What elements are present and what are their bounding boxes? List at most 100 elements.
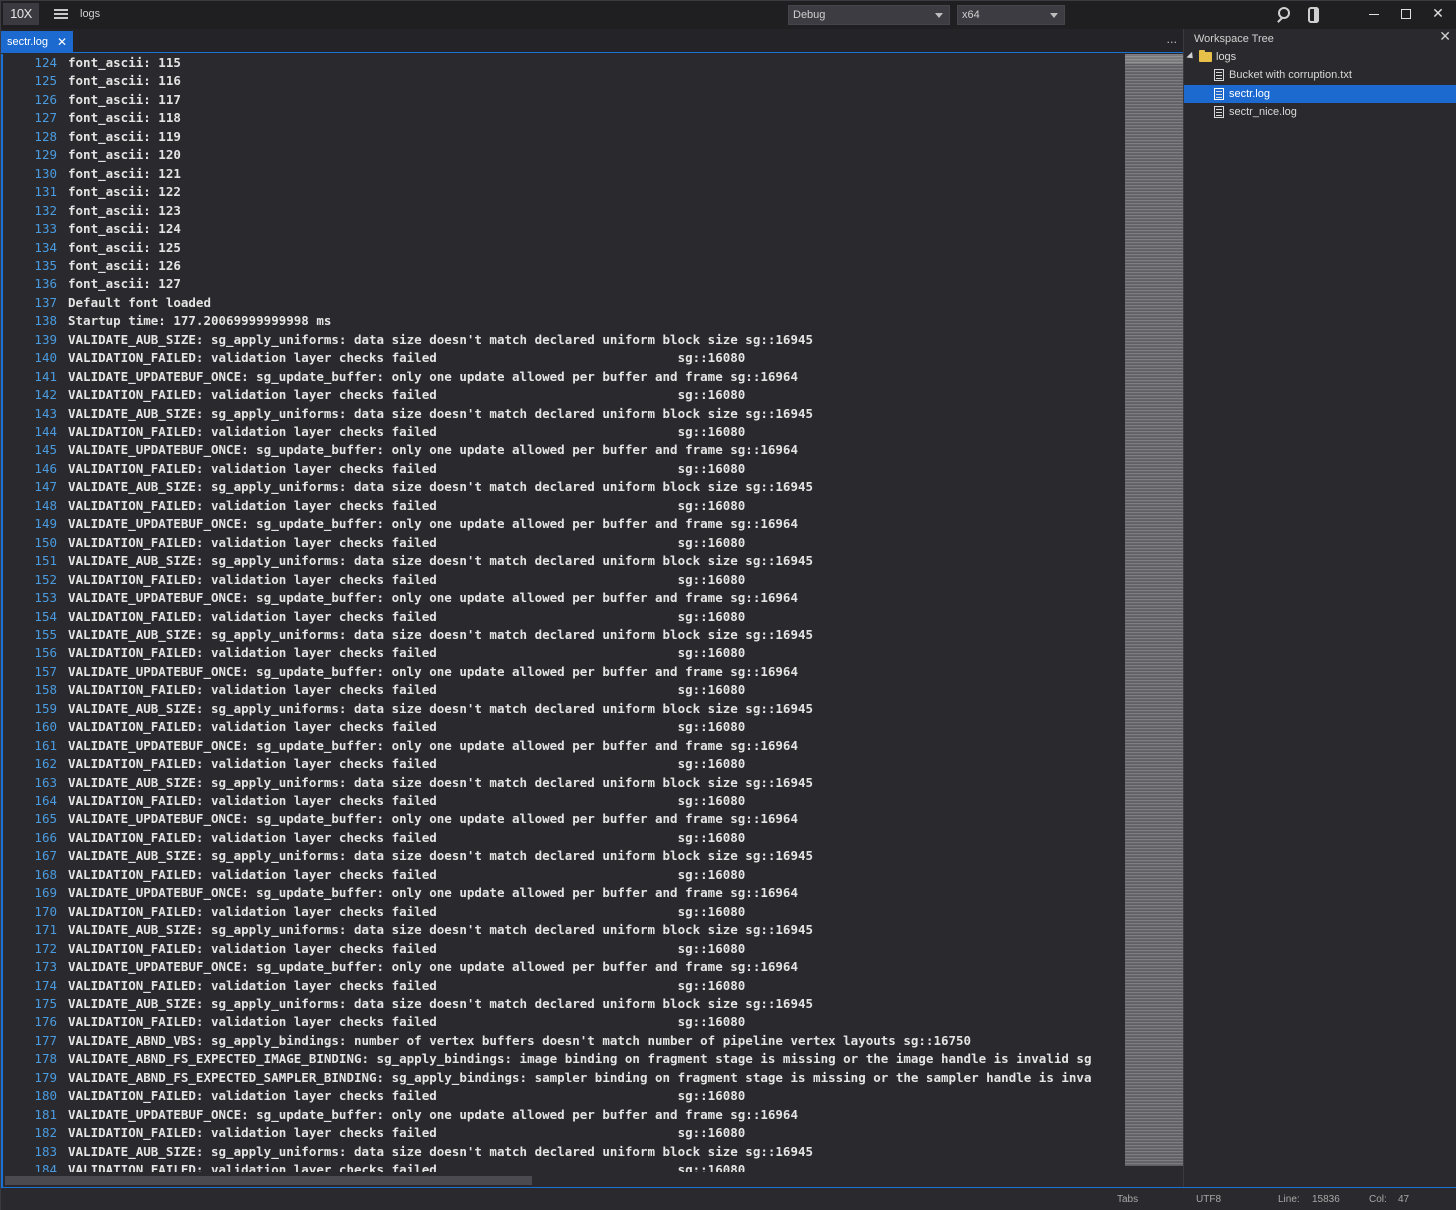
line-text[interactable]: VALIDATE_AUB_SIZE: sg_apply_uniforms: da… (68, 405, 813, 424)
tree-item-logs-folder[interactable]: logs (1184, 48, 1456, 66)
tree-item-file-selected[interactable]: sectr.log (1184, 85, 1456, 103)
line-text[interactable]: VALIDATE_UPDATEBUF_ONCE: sg_update_buffe… (68, 589, 798, 608)
line-text[interactable]: VALIDATION_FAILED: validation layer chec… (68, 1124, 745, 1143)
line-text[interactable]: VALIDATE_UPDATEBUF_ONCE: sg_update_buffe… (68, 958, 798, 977)
line-text[interactable]: font_ascii: 126 (68, 257, 181, 276)
line-text[interactable]: VALIDATE_ABND_VBS: sg_apply_bindings: nu… (68, 1032, 971, 1051)
line-text[interactable]: VALIDATION_FAILED: validation layer chec… (68, 423, 745, 442)
line-number: 174 (34, 977, 57, 993)
line-text[interactable]: VALIDATION_FAILED: validation layer chec… (68, 1161, 745, 1172)
line-text[interactable]: VALIDATE_UPDATEBUF_ONCE: sg_update_buffe… (68, 1106, 798, 1125)
minimap-viewport[interactable] (1125, 54, 1183, 64)
minimap[interactable] (1125, 54, 1183, 1166)
line-text[interactable]: VALIDATION_FAILED: validation layer chec… (68, 497, 745, 516)
line-text[interactable]: VALIDATION_FAILED: validation layer chec… (68, 977, 745, 996)
line-text[interactable]: font_ascii: 115 (68, 54, 181, 73)
line-text[interactable]: VALIDATE_UPDATEBUF_ONCE: sg_update_buffe… (68, 810, 798, 829)
line-number: 161 (34, 737, 57, 753)
minimize-button[interactable] (1359, 3, 1389, 25)
platform-value: x64 (962, 9, 980, 21)
line-text[interactable]: VALIDATE_AUB_SIZE: sg_apply_uniforms: da… (68, 774, 813, 793)
tree-item-file[interactable]: Bucket with corruption.txt (1184, 66, 1456, 84)
code-editor[interactable]: 124 font_ascii: 115 125 font_ascii: 116 126 f… (1, 54, 1183, 1187)
line-text[interactable]: font_ascii: 119 (68, 128, 181, 147)
line-text[interactable]: VALIDATE_AUB_SIZE: sg_apply_uniforms: da… (68, 331, 813, 350)
line-text[interactable]: VALIDATE_UPDATEBUF_ONCE: sg_update_buffe… (68, 737, 798, 756)
line-text[interactable]: VALIDATION_FAILED: validation layer chec… (68, 534, 745, 553)
line-text[interactable]: VALIDATION_FAILED: validation layer chec… (68, 755, 745, 774)
tree-item-file[interactable]: sectr_nice.log (1184, 103, 1456, 121)
line-text[interactable]: font_ascii: 127 (68, 275, 181, 294)
line-text[interactable]: font_ascii: 123 (68, 202, 181, 221)
line-text[interactable]: VALIDATION_FAILED: validation layer chec… (68, 1013, 745, 1032)
search-icon[interactable] (1275, 5, 1295, 25)
line-text[interactable]: font_ascii: 116 (68, 72, 181, 91)
line-text[interactable]: VALIDATE_AUB_SIZE: sg_apply_uniforms: da… (68, 995, 813, 1014)
line-text[interactable]: VALIDATION_FAILED: validation layer chec… (68, 792, 745, 811)
line-text[interactable]: font_ascii: 120 (68, 146, 181, 165)
horizontal-scrollbar[interactable] (3, 1174, 1183, 1186)
line-text[interactable]: VALIDATE_AUB_SIZE: sg_apply_uniforms: da… (68, 478, 813, 497)
line-text[interactable]: VALIDATION_FAILED: validation layer chec… (68, 940, 745, 959)
line-text[interactable]: VALIDATE_UPDATEBUF_ONCE: sg_update_buffe… (68, 515, 798, 534)
title-bar: 10X logs Debug x64 ✕ (1, 1, 1456, 29)
line-text[interactable]: font_ascii: 122 (68, 183, 181, 202)
line-text[interactable]: VALIDATE_AUB_SIZE: sg_apply_uniforms: da… (68, 847, 813, 866)
expand-arrow-icon[interactable] (1186, 51, 1196, 62)
line-number: 155 (34, 626, 57, 642)
build-config-select[interactable]: Debug (788, 5, 950, 25)
code-area[interactable]: 124 font_ascii: 115 125 font_ascii: 116 126 f… (3, 54, 1125, 1172)
line-text[interactable]: font_ascii: 118 (68, 109, 181, 128)
line-text[interactable]: VALIDATION_FAILED: validation layer chec… (68, 681, 745, 700)
line-text[interactable]: VALIDATE_UPDATEBUF_ONCE: sg_update_buffe… (68, 663, 798, 682)
status-encoding[interactable]: UTF8 (1196, 1194, 1221, 1205)
line-text[interactable]: VALIDATION_FAILED: validation layer chec… (68, 1087, 745, 1106)
line-text[interactable]: font_ascii: 117 (68, 91, 181, 110)
line-number: 160 (34, 719, 57, 735)
line-text[interactable]: font_ascii: 125 (68, 239, 181, 258)
toggle-panel-icon[interactable] (1304, 5, 1324, 25)
line-text[interactable]: VALIDATION_FAILED: validation layer chec… (68, 829, 745, 848)
line-text[interactable]: VALIDATION_FAILED: validation layer chec… (68, 608, 745, 627)
tab-sectr-log[interactable]: sectr.log ✕ (1, 31, 73, 53)
panel-close-icon[interactable]: ✕ (1439, 29, 1451, 45)
line-text[interactable]: VALIDATE_ABND_FS_EXPECTED_SAMPLER_BINDIN… (68, 1069, 1092, 1088)
horizontal-scroll-thumb[interactable] (5, 1176, 532, 1185)
editor-window: 10X logs Debug x64 ✕ sectr.log ✕ ... 124… (0, 0, 1456, 1210)
line-number: 170 (34, 903, 57, 919)
line-number: 184 (34, 1162, 57, 1172)
maximize-button[interactable] (1391, 3, 1421, 25)
line-text[interactable]: VALIDATE_UPDATEBUF_ONCE: sg_update_buffe… (68, 368, 798, 387)
line-text[interactable]: VALIDATE_UPDATEBUF_ONCE: sg_update_buffe… (68, 884, 798, 903)
line-number: 182 (34, 1125, 57, 1141)
tab-close-icon[interactable]: ✕ (57, 31, 67, 53)
line-text[interactable]: VALIDATE_AUB_SIZE: sg_apply_uniforms: da… (68, 921, 813, 940)
line-text[interactable]: Default font loaded (68, 294, 211, 313)
line-text[interactable]: Startup time: 177.20069999999998 ms (68, 312, 331, 331)
line-text[interactable]: font_ascii: 124 (68, 220, 181, 239)
line-text[interactable]: VALIDATION_FAILED: validation layer chec… (68, 903, 745, 922)
line-text[interactable]: VALIDATION_FAILED: validation layer chec… (68, 718, 745, 737)
line-text[interactable]: font_ascii: 121 (68, 165, 181, 184)
line-text[interactable]: VALIDATION_FAILED: validation layer chec… (68, 460, 745, 479)
app-logo[interactable]: 10X (3, 3, 39, 25)
hamburger-menu-icon[interactable] (53, 7, 69, 21)
platform-select[interactable]: x64 (957, 5, 1065, 25)
line-text[interactable]: VALIDATION_FAILED: validation layer chec… (68, 386, 745, 405)
line-text[interactable]: VALIDATE_ABND_FS_EXPECTED_IMAGE_BINDING:… (68, 1050, 1092, 1069)
line-text[interactable]: VALIDATE_AUB_SIZE: sg_apply_uniforms: da… (68, 552, 813, 571)
line-text[interactable]: VALIDATE_AUB_SIZE: sg_apply_uniforms: da… (68, 626, 813, 645)
line-text[interactable]: VALIDATE_AUB_SIZE: sg_apply_uniforms: da… (68, 1143, 813, 1162)
line-text[interactable]: VALIDATE_AUB_SIZE: sg_apply_uniforms: da… (68, 700, 813, 719)
line-text[interactable]: VALIDATION_FAILED: validation layer chec… (68, 644, 745, 663)
line-text[interactable]: VALIDATION_FAILED: validation layer chec… (68, 571, 745, 590)
close-window-button[interactable]: ✕ (1423, 3, 1453, 25)
line-number: 144 (34, 424, 57, 439)
line-text[interactable]: VALIDATION_FAILED: validation layer chec… (68, 349, 745, 368)
line-text[interactable]: VALIDATE_UPDATEBUF_ONCE: sg_update_buffe… (68, 441, 798, 460)
tab-overflow-button[interactable]: ... (1167, 33, 1178, 46)
line-number: 163 (34, 774, 57, 790)
line-number: 148 (34, 497, 57, 513)
status-indent[interactable]: Tabs (1117, 1194, 1138, 1205)
line-text[interactable]: VALIDATION_FAILED: validation layer chec… (68, 866, 745, 885)
